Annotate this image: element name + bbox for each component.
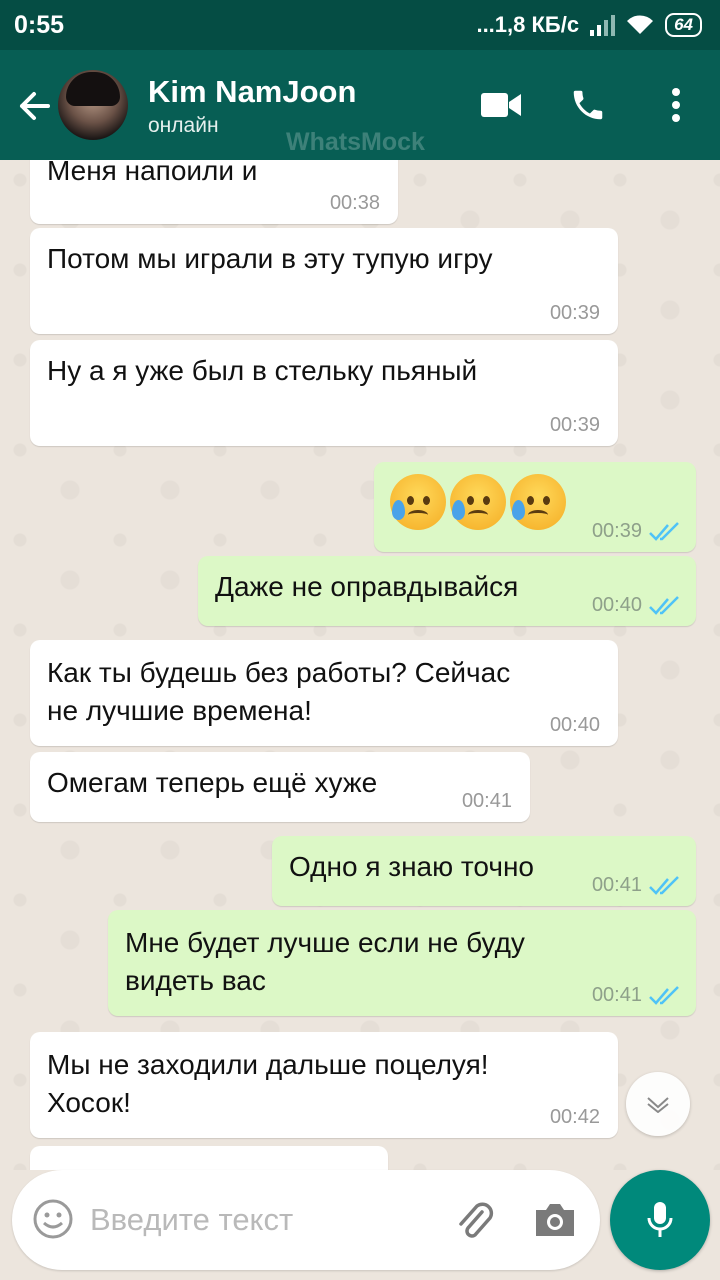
read-receipt-icon xyxy=(649,522,679,541)
signal-icon xyxy=(590,15,616,36)
disappointed-relieved-emoji-icon xyxy=(390,474,446,530)
wifi-icon xyxy=(627,15,654,34)
watermark: WhatsMock xyxy=(286,128,425,156)
contact-avatar[interactable] xyxy=(58,70,128,140)
camera-icon[interactable] xyxy=(532,1200,578,1240)
message-outgoing[interactable]: Мне будет лучше если не буду видеть вас … xyxy=(108,910,696,1016)
message-text: Омегам теперь ещё хуже xyxy=(47,767,378,798)
read-receipt-icon xyxy=(649,876,679,895)
message-incoming[interactable]: Меня напоили и 00:38 xyxy=(30,160,398,224)
contact-name[interactable]: Kim NamJoon xyxy=(148,74,356,110)
chevron-down-icon xyxy=(647,1097,669,1113)
message-time: 00:40 xyxy=(591,594,642,616)
status-bar: 0:55 ...1,8 КБ/с 64 xyxy=(0,0,720,50)
battery-indicator: 64 xyxy=(665,13,702,37)
contact-status: онлайн xyxy=(148,114,219,137)
video-call-icon[interactable] xyxy=(480,82,522,128)
message-time: 00:39 xyxy=(549,302,600,324)
read-receipt-icon xyxy=(649,986,679,1005)
disappointed-relieved-emoji-icon xyxy=(510,474,566,530)
message-text: Мы не заходили дальше поцелуя! Хосок! xyxy=(47,1049,489,1118)
read-receipt-icon xyxy=(649,596,679,615)
message-time: 00:42 xyxy=(549,1106,600,1128)
message-text: Меня напоили и xyxy=(47,160,258,186)
network-speed: ...1,8 КБ/с xyxy=(476,12,580,37)
emoji-icon[interactable] xyxy=(32,1198,74,1240)
message-outgoing[interactable]: Одно я знаю точно 00:41 xyxy=(272,836,696,906)
scroll-to-bottom-button[interactable] xyxy=(626,1072,690,1136)
message-composer[interactable]: Введите текст xyxy=(12,1170,600,1270)
more-options-icon[interactable] xyxy=(662,82,690,128)
message-time: 00:38 xyxy=(329,192,380,214)
message-incoming-partial[interactable] xyxy=(30,1146,388,1170)
message-incoming[interactable]: Ну а я уже был в стельку пьяный 00:39 xyxy=(30,340,618,446)
message-time: 00:41 xyxy=(461,790,512,812)
status-right: ...1,8 КБ/с 64 xyxy=(476,12,702,38)
message-time: 00:39 xyxy=(591,520,642,542)
message-text: Ну а я уже был в стельку пьяный xyxy=(47,355,478,386)
attach-icon[interactable] xyxy=(452,1198,496,1242)
status-time: 0:55 xyxy=(14,10,65,39)
voice-call-icon[interactable] xyxy=(568,82,608,128)
voice-record-button[interactable] xyxy=(610,1170,710,1270)
message-incoming[interactable]: Как ты будешь без работы? Сейчас не лучш… xyxy=(30,640,618,746)
message-incoming[interactable]: Омегам теперь ещё хуже 00:41 xyxy=(30,752,530,822)
message-time: 00:41 xyxy=(591,984,642,1006)
back-arrow-icon[interactable] xyxy=(14,86,54,126)
message-text: Потом мы играли в эту тупую игру xyxy=(47,243,493,274)
message-text: Мне будет лучше если не буду видеть вас xyxy=(125,927,525,996)
microphone-icon xyxy=(647,1202,673,1237)
chat-header: Kim NamJoon онлайн WhatsMock xyxy=(0,50,720,160)
message-input[interactable]: Введите текст xyxy=(90,1202,293,1238)
message-incoming[interactable]: Мы не заходили дальше поцелуя! Хосок! 00… xyxy=(30,1032,618,1138)
message-outgoing[interactable]: 00:39 xyxy=(374,462,696,552)
message-time: 00:40 xyxy=(549,714,600,736)
message-time: 00:39 xyxy=(549,414,600,436)
message-text: Как ты будешь без работы? Сейчас не лучш… xyxy=(47,657,511,726)
message-text: Даже не оправдывайся xyxy=(215,571,519,602)
message-text: Одно я знаю точно xyxy=(289,851,534,882)
disappointed-relieved-emoji-icon xyxy=(450,474,506,530)
message-outgoing[interactable]: Даже не оправдывайся 00:40 xyxy=(198,556,696,626)
message-time: 00:41 xyxy=(591,874,642,896)
message-incoming[interactable]: Потом мы играли в эту тупую игру 00:39 xyxy=(30,228,618,334)
chat-area[interactable]: Меня напоили и 00:38 Потом мы играли в э… xyxy=(0,160,720,1170)
